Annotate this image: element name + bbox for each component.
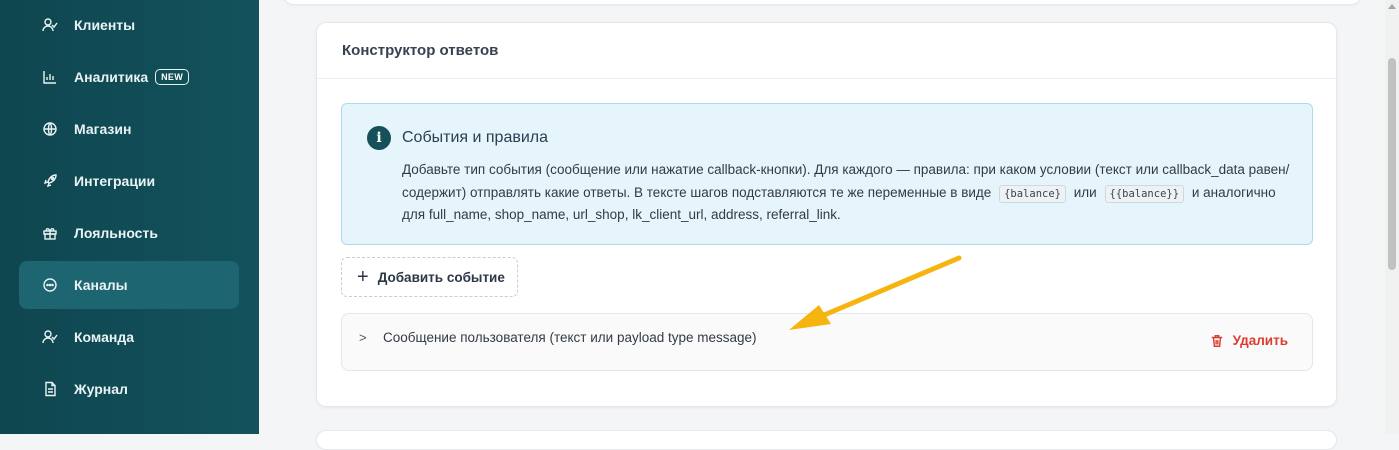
info-alert: i События и правила Добавьте тип события… [341,103,1313,245]
sidebar-item-label: Каналы [74,277,128,293]
event-label: Сообщение пользователя (текст или payloa… [383,330,757,345]
sidebar-item-label: Журнал [74,381,128,397]
new-badge: NEW [155,69,190,85]
chart-icon [42,69,58,85]
next-card [316,430,1337,450]
chat-icon [42,277,58,293]
globe-icon [42,121,58,137]
sidebar-item-label: Клиенты [74,17,136,33]
users-icon [42,17,58,33]
sidebar-item-label: Интеграции [74,173,156,189]
code-snippet: {balance} [999,184,1066,203]
card-title: Конструктор ответов [317,23,1336,79]
sidebar-item-label: Лояльность [74,225,158,241]
sidebar-item-analytics[interactable]: Аналитика NEW [19,53,239,101]
delete-label: Удалить [1232,333,1288,348]
sidebar-item-label: Аналитика [74,69,149,85]
plus-icon: + [357,266,369,288]
sidebar-item-journal[interactable]: Журнал [19,365,239,413]
document-icon [42,381,58,397]
sidebar: Клиенты Аналитика NEW Магазин Интеграции… [0,0,259,434]
code-snippet: {{balance}} [1104,184,1185,203]
sidebar-item-loyalty[interactable]: Лояльность [19,209,239,257]
info-icon: i [367,126,391,150]
sidebar-item-team[interactable]: Команда [19,313,239,361]
sidebar-item-integrations[interactable]: Интеграции [19,157,239,205]
trash-icon [1211,334,1222,347]
sidebar-item-label: Магазин [74,121,132,137]
previous-card [284,0,1361,4]
add-event-button[interactable]: + Добавить событие [341,257,518,297]
chevron-right-icon[interactable]: > [359,330,367,345]
info-title: События и правила [402,129,549,146]
sidebar-item-label: Команда [74,329,134,345]
rocket-icon [42,173,58,189]
info-text-part: или [1073,184,1097,200]
info-text: Добавьте тип события (сообщение или нажа… [402,159,1292,227]
response-builder-card: Конструктор ответов i События и правила … [316,22,1337,407]
sidebar-item-shop[interactable]: Магазин [19,105,239,153]
team-icon [42,329,58,345]
event-accordion[interactable]: > Сообщение пользователя (текст или payl… [341,313,1313,371]
delete-button[interactable]: Удалить [1210,333,1288,348]
gift-icon [42,225,58,241]
scrollbar-thumb[interactable] [1388,58,1396,270]
scroll-up-icon[interactable] [1388,4,1396,9]
main-content: Конструктор ответов i События и правила … [259,0,1385,450]
scrollbar[interactable] [1385,0,1399,434]
sidebar-item-clients[interactable]: Клиенты [19,1,239,49]
sidebar-item-channels[interactable]: Каналы [19,261,239,309]
add-event-label: Добавить событие [377,269,505,285]
